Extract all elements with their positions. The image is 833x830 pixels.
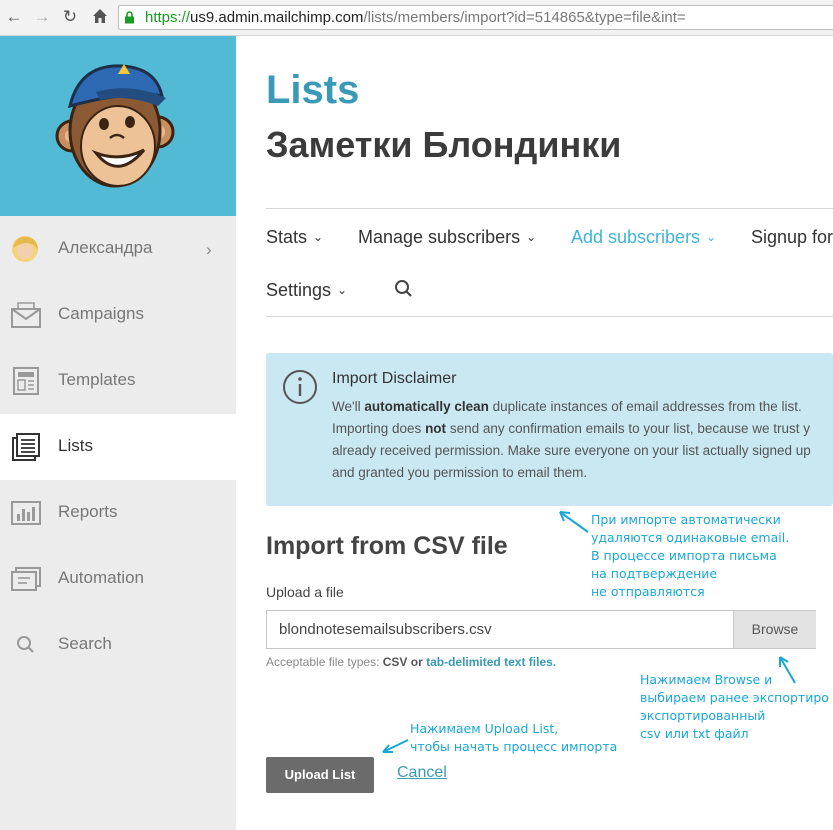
annotation-note-dedup: При импорте автоматически удаляются один…	[591, 512, 790, 599]
section-title: Lists	[266, 68, 360, 112]
sidebar-item-label: Campaigns	[58, 304, 144, 323]
forward-icon[interactable]: →	[32, 7, 52, 27]
divider	[266, 316, 833, 317]
chevron-down-icon: ⌄	[706, 230, 717, 244]
browse-button[interactable]: Browse	[733, 611, 816, 648]
lock-icon	[125, 11, 134, 24]
sidebar-item-templates[interactable]: Templates	[0, 348, 236, 414]
sidebar-item-account[interactable]: Александра ›	[0, 216, 236, 282]
chevron-down-icon: ⌄	[526, 230, 537, 244]
search-icon[interactable]	[394, 279, 414, 299]
tab-label: Add subscribers	[571, 227, 701, 247]
mailchimp-logo[interactable]	[0, 36, 236, 216]
search-icon	[17, 636, 34, 653]
template-icon	[13, 367, 39, 395]
sidebar-item-reports[interactable]: Reports	[0, 480, 236, 546]
tab-label: Stats	[266, 227, 308, 247]
url-text: https://us9.admin.mailchimp.com/lists/me…	[145, 9, 686, 26]
sidebar-item-label: Reports	[58, 502, 118, 521]
tab-label: Signup for	[751, 227, 833, 247]
account-name: Александра	[58, 238, 153, 257]
browser-toolbar: ← → ↻ https://us9.admin.mailchimp.com/li…	[0, 0, 833, 36]
list-icon	[12, 433, 40, 461]
tab-add-subscribers[interactable]: Add subscribers ⌄	[571, 227, 716, 248]
sidebar-item-automation[interactable]: Automation	[0, 546, 236, 612]
sidebar-item-campaigns[interactable]: Campaigns	[0, 282, 236, 348]
envelope-icon	[11, 302, 41, 328]
avatar	[12, 236, 38, 262]
sidebar: Александра › Campaigns Templates Lists R…	[0, 36, 236, 830]
tab-signup-forms[interactable]: Signup for	[751, 227, 833, 248]
upload-label: Upload a file	[266, 584, 344, 600]
freddie-mascot-icon	[55, 64, 175, 188]
home-icon[interactable]	[90, 7, 110, 27]
tab-settings[interactable]: Settings ⌄	[266, 280, 347, 301]
file-input[interactable]: blondnotesemailsubscribers.csv Browse	[266, 610, 816, 649]
import-disclaimer: Import Disclaimer We'll automatically cl…	[266, 353, 833, 506]
disclaimer-title: Import Disclaimer	[332, 370, 457, 387]
back-icon[interactable]: ←	[4, 7, 24, 27]
disclaimer-text: We'll automatically clean duplicate inst…	[332, 399, 811, 480]
reload-icon[interactable]: ↻	[60, 7, 80, 27]
sidebar-item-lists[interactable]: Lists	[0, 414, 236, 480]
sidebar-item-search[interactable]: Search	[0, 612, 236, 678]
info-icon	[283, 370, 317, 404]
tab-delimited-link[interactable]: tab-delimited text files.	[426, 655, 556, 669]
tab-label: Settings	[266, 280, 332, 300]
sidebar-item-label: Lists	[58, 436, 93, 455]
chevron-right-icon: ›	[206, 240, 212, 259]
automation-icon	[11, 567, 41, 591]
divider	[266, 208, 833, 209]
cancel-link[interactable]: Cancel	[397, 764, 447, 782]
sidebar-item-label: Templates	[58, 370, 136, 389]
sidebar-item-label: Automation	[58, 568, 144, 587]
chevron-down-icon: ⌄	[337, 283, 348, 297]
bar-chart-icon	[11, 501, 41, 525]
file-value: blondnotesemailsubscribers.csv	[279, 621, 492, 638]
tab-stats[interactable]: Stats ⌄	[266, 227, 323, 248]
chevron-down-icon: ⌄	[313, 230, 324, 244]
tab-manage-subscribers[interactable]: Manage subscribers ⌄	[358, 227, 536, 248]
sidebar-item-label: Search	[58, 634, 112, 653]
annotation-note-upload: Нажимаем Upload List, чтобы начать проце…	[410, 721, 618, 754]
file-types-hint: Acceptable file types: CSV or tab-delimi…	[266, 655, 557, 669]
upload-list-button[interactable]: Upload List	[266, 757, 374, 793]
address-bar[interactable]: https://us9.admin.mailchimp.com/lists/me…	[118, 5, 833, 30]
annotation-note-browse: Нажимаем Browse и выбираем ранее экспорт…	[640, 672, 829, 741]
page-title: Заметки Блондинки	[266, 124, 622, 165]
tab-label: Manage subscribers	[358, 227, 521, 247]
import-heading: Import from CSV file	[266, 532, 508, 560]
